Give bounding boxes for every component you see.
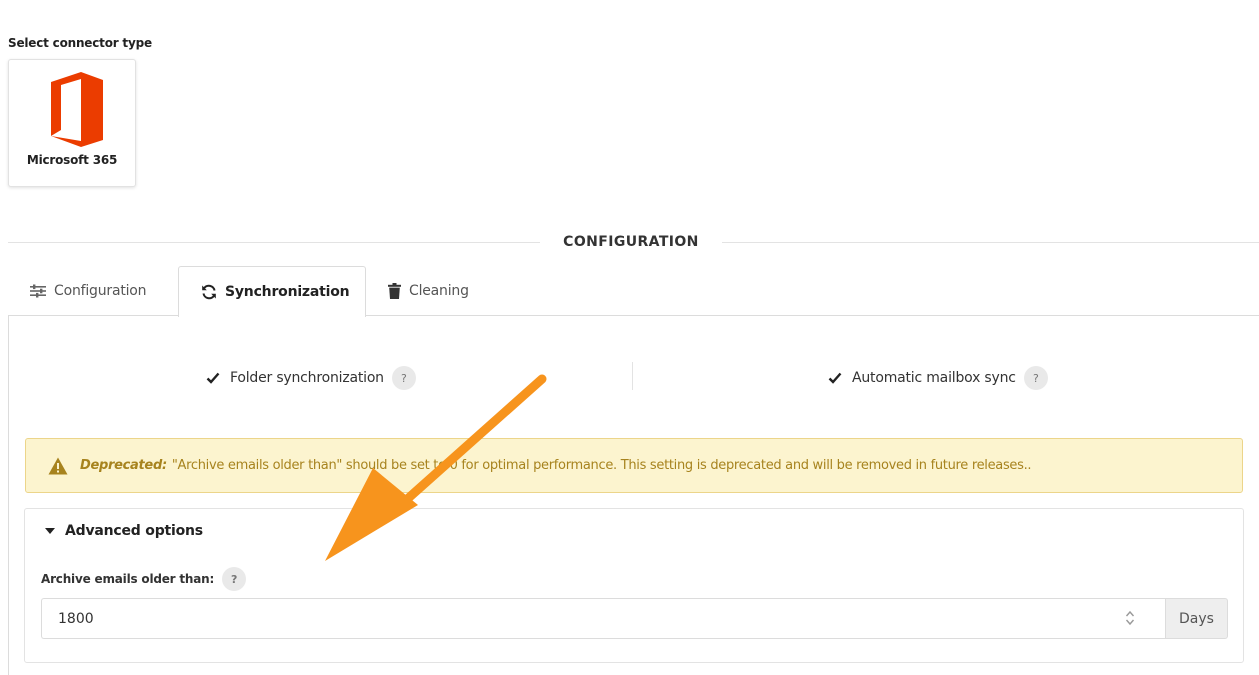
trash-icon [388, 283, 401, 299]
office-icon [39, 72, 105, 151]
tab-configuration[interactable]: Configuration [8, 266, 168, 316]
auto-mailbox-sync-checkbox[interactable] [828, 372, 842, 384]
auto-mailbox-sync-help-icon[interactable]: ? [1023, 366, 1048, 390]
auto-mailbox-sync-option: Automatic mailbox sync ? [828, 366, 1048, 390]
folder-sync-label: Folder synchronization [230, 370, 384, 386]
connector-name: Microsoft 365 [26, 153, 118, 167]
advanced-options-toggle[interactable]: Advanced options [45, 523, 203, 539]
tab-synchronization[interactable]: Synchronization [178, 266, 366, 317]
caret-down-icon [45, 528, 55, 534]
section-divider-left [8, 242, 540, 243]
tab-synchronization-label: Synchronization [225, 284, 350, 300]
tab-configuration-label: Configuration [54, 283, 147, 299]
tab-cleaning-label: Cleaning [409, 283, 469, 299]
warning-icon [48, 457, 68, 475]
sliders-icon [30, 284, 46, 298]
advanced-options-panel: Advanced options Archive emails older th… [24, 508, 1244, 663]
options-separator [632, 362, 633, 390]
section-title: CONFIGURATION [563, 234, 699, 250]
deprecation-warning: Deprecated: "Archive emails older than" … [25, 438, 1243, 493]
connector-card-microsoft365[interactable]: Microsoft 365 [8, 59, 136, 187]
warning-label: Deprecated: [80, 458, 167, 473]
warning-text: "Archive emails older than" should be se… [171, 458, 1032, 473]
number-spinner-icon[interactable] [1125, 610, 1135, 626]
archive-days-input[interactable] [41, 598, 1166, 639]
archive-help-icon[interactable]: ? [222, 567, 247, 591]
folder-sync-option: Folder synchronization ? [206, 366, 416, 390]
tab-bar: Configuration Synchronization Cleaning [8, 266, 1259, 317]
tab-cleaning[interactable]: Cleaning [366, 266, 491, 316]
archive-field-label: Archive emails older than: [41, 572, 215, 586]
days-unit-addon: Days [1165, 598, 1228, 639]
section-divider-right [722, 242, 1259, 243]
sync-icon [201, 284, 217, 300]
advanced-options-title: Advanced options [65, 523, 203, 539]
folder-sync-checkbox[interactable] [206, 372, 220, 384]
connector-select-label: Select connector type [8, 36, 152, 50]
folder-sync-help-icon[interactable]: ? [391, 366, 416, 390]
archive-field-label-row: Archive emails older than: ? [41, 567, 247, 591]
auto-mailbox-sync-label: Automatic mailbox sync [852, 370, 1016, 386]
